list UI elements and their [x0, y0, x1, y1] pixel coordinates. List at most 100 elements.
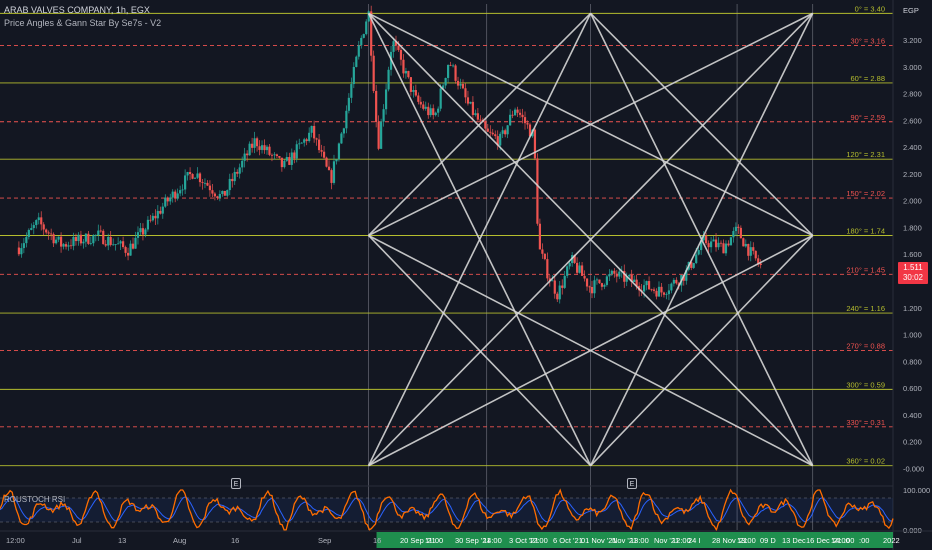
candle-body: [476, 113, 479, 120]
candle-body: [494, 134, 497, 137]
earnings-marker[interactable]: E: [627, 478, 637, 489]
candle-body: [124, 247, 127, 253]
candle-body: [77, 234, 80, 242]
candle-body: [588, 286, 591, 288]
candle-body: [268, 146, 271, 155]
candle-body: [241, 160, 244, 168]
time-tick-label: 6 Oct '21: [553, 536, 583, 545]
candle-body: [593, 280, 596, 294]
candle-body: [134, 237, 137, 249]
earnings-marker[interactable]: E: [231, 478, 241, 489]
price-tick-label: 1.000: [903, 331, 922, 340]
candle-body: [610, 270, 613, 275]
candle-body: [129, 243, 132, 256]
candle-body: [67, 245, 70, 247]
candle-body: [340, 133, 343, 144]
candle-body: [523, 117, 527, 124]
candle-body: [692, 263, 695, 268]
candle-body: [293, 152, 296, 159]
time-tick-label: 13 Dec: [782, 536, 806, 545]
symbol-title[interactable]: ARAB VALVES COMPANY, 1h, EGX: [4, 5, 150, 15]
time-tick-label: 09 D: [760, 536, 776, 545]
time-tick-label: 13:00: [737, 536, 756, 545]
candle-body: [407, 70, 410, 78]
candle-body: [253, 138, 256, 148]
candle-body: [729, 237, 733, 246]
candle-body: [372, 55, 375, 91]
rsi-indicator-label[interactable]: ROUSTOCH RSI: [4, 495, 65, 504]
candle-body: [675, 279, 678, 284]
candle-body: [518, 112, 522, 115]
candle-body: [109, 236, 112, 245]
time-tick-label: 14:00: [483, 536, 502, 545]
candle-body: [598, 279, 601, 284]
candle-body: [149, 219, 152, 221]
candle-body: [474, 113, 477, 115]
candle-body: [82, 241, 85, 244]
candle-body: [724, 243, 728, 254]
candle-body: [362, 34, 365, 38]
price-tick-label: 2.600: [903, 116, 922, 125]
candle-body: [568, 263, 571, 267]
time-tick-label: :00: [844, 536, 854, 545]
candle-body: [742, 238, 745, 247]
price-tick-label: 2.400: [903, 143, 922, 152]
candle-body: [747, 243, 750, 256]
candle-body: [151, 215, 154, 221]
price-tick-label: 0.200: [903, 438, 922, 447]
candle-body: [737, 226, 740, 228]
candle-body: [697, 250, 700, 255]
candle-body: [335, 159, 338, 162]
candle-body: [563, 275, 566, 288]
candle-body: [380, 121, 383, 149]
candle-body: [102, 230, 105, 245]
candle-body: [513, 109, 517, 116]
time-tick-label: Sep: [318, 536, 331, 545]
candle-body: [231, 178, 234, 182]
candle-body: [159, 210, 162, 214]
current-price-badge: 1.511 30:02: [898, 262, 928, 284]
candle-body: [618, 271, 621, 277]
candle-body: [337, 143, 341, 160]
candle-body: [154, 215, 157, 219]
candle-body: [382, 109, 385, 122]
candle-body: [439, 88, 442, 109]
candle-body: [603, 284, 606, 287]
candle-body: [583, 275, 586, 279]
candle-body: [228, 178, 231, 191]
candle-body: [156, 210, 159, 219]
time-tick-label: 24 I: [688, 536, 701, 545]
price-tick-label: 1.200: [903, 304, 922, 313]
candle-body: [313, 125, 316, 139]
candle-body: [355, 56, 358, 67]
candle-body: [325, 157, 328, 167]
candle-body: [176, 193, 179, 199]
candle-body: [541, 249, 544, 254]
candle-body: [186, 172, 189, 176]
candle-body: [655, 290, 658, 297]
candle-body: [365, 21, 368, 35]
candle-body: [25, 236, 28, 244]
candle-body: [501, 130, 504, 134]
candle-body: [303, 139, 306, 143]
candle-body: [516, 109, 519, 113]
candle-body: [40, 217, 43, 225]
candle-body: [645, 281, 648, 286]
candle-body: [320, 150, 323, 152]
candle-body: [305, 139, 308, 142]
price-chart[interactable]: 0° = 3.40 30° = 3.16 60° = 2.88 90° = 2.59 1…: [0, 0, 932, 550]
time-tick-label: 12:00: [529, 536, 548, 545]
candle-body: [273, 154, 276, 156]
indicator-title[interactable]: Price Angles & Gann Star By Se7s - V2: [4, 18, 161, 28]
candle-body: [551, 280, 554, 282]
gann-level-label: 60° = 2.88: [851, 74, 886, 83]
candle-body: [561, 285, 564, 288]
candle-body: [193, 177, 197, 179]
candle-body: [714, 239, 718, 248]
candle-body: [705, 235, 708, 244]
candle-body: [387, 69, 390, 90]
candle-body: [243, 153, 246, 161]
candle-body: [628, 274, 631, 277]
candle-body: [280, 157, 283, 168]
candle-body: [171, 191, 174, 198]
